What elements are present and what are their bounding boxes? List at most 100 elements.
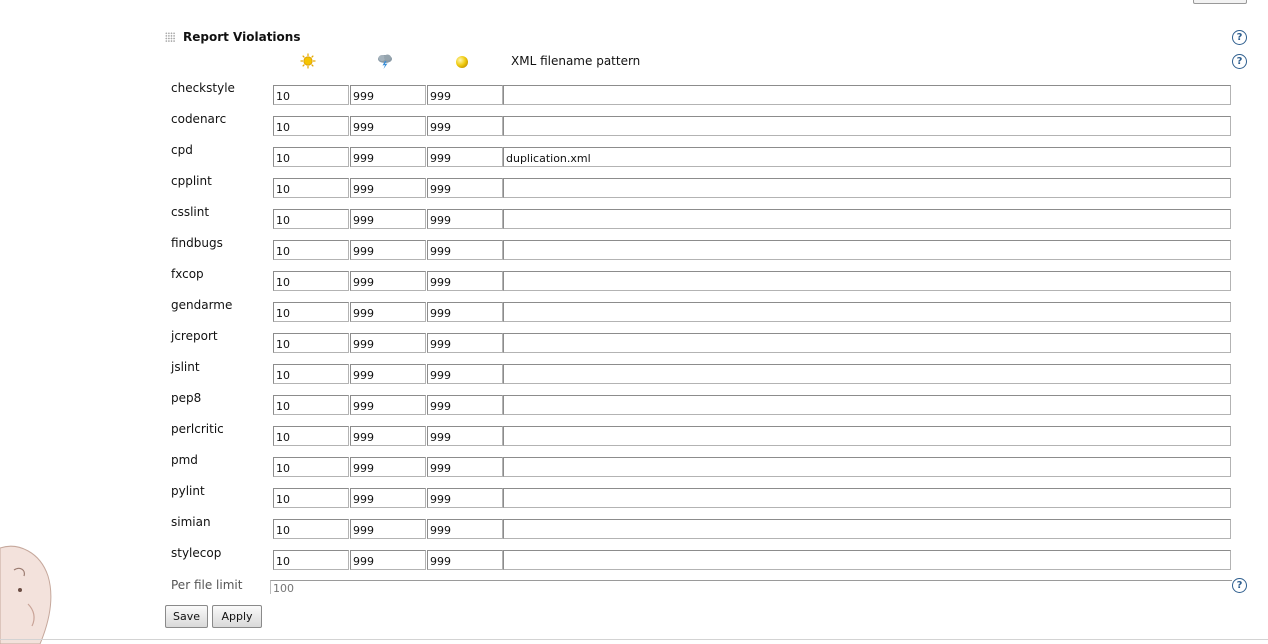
xml-pattern-input[interactable] (503, 147, 1231, 167)
row-label: csslint (171, 205, 210, 219)
stormy-threshold-input[interactable] (350, 550, 426, 570)
sunny-threshold-input[interactable] (273, 488, 349, 508)
violation-row: cpplint (0, 174, 1268, 198)
unstable-threshold-input[interactable] (427, 178, 503, 198)
xml-pattern-input[interactable] (503, 116, 1231, 136)
sunny-threshold-input[interactable] (273, 519, 349, 539)
stormy-threshold-input[interactable] (350, 271, 426, 291)
stormy-threshold-input[interactable] (350, 395, 426, 415)
violation-row: simian (0, 515, 1268, 539)
pattern-column-header: XML filename pattern (511, 54, 641, 68)
sun-icon (300, 53, 316, 69)
apply-button[interactable]: Apply (212, 605, 262, 628)
stormy-threshold-input[interactable] (350, 209, 426, 229)
sunny-threshold-input[interactable] (273, 116, 349, 136)
violation-row: fxcop (0, 267, 1268, 291)
sunny-threshold-input[interactable] (273, 364, 349, 384)
row-label: fxcop (171, 267, 204, 281)
xml-pattern-input[interactable] (503, 395, 1231, 415)
bottom-divider (0, 639, 1268, 640)
unstable-threshold-input[interactable] (427, 147, 503, 167)
violation-row: jcreport (0, 329, 1268, 353)
violation-row: pep8 (0, 391, 1268, 415)
sunny-threshold-input[interactable] (273, 457, 349, 477)
sunny-threshold-input[interactable] (273, 178, 349, 198)
unstable-threshold-input[interactable] (427, 116, 503, 136)
top-button[interactable] (1193, 0, 1247, 4)
row-label: cpplint (171, 174, 212, 188)
unstable-threshold-input[interactable] (427, 240, 503, 260)
unstable-threshold-input[interactable] (427, 395, 503, 415)
violation-row: pylint (0, 484, 1268, 508)
violation-row: pmd (0, 453, 1268, 477)
help-icon[interactable]: ? (1232, 54, 1247, 69)
xml-pattern-input[interactable] (503, 364, 1231, 384)
unstable-threshold-input[interactable] (427, 209, 503, 229)
stormy-threshold-input[interactable] (350, 457, 426, 477)
stormy-threshold-input[interactable] (350, 519, 426, 539)
xml-pattern-input[interactable] (503, 488, 1231, 508)
sunny-threshold-input[interactable] (273, 550, 349, 570)
violation-row: findbugs (0, 236, 1268, 260)
unstable-threshold-input[interactable] (427, 85, 503, 105)
unstable-threshold-input[interactable] (427, 550, 503, 570)
row-label: checkstyle (171, 81, 235, 95)
xml-pattern-input[interactable] (503, 550, 1231, 570)
xml-pattern-input[interactable] (503, 302, 1231, 322)
xml-pattern-input[interactable] (503, 271, 1231, 291)
xml-pattern-input[interactable] (503, 178, 1231, 198)
xml-pattern-input[interactable] (503, 333, 1231, 353)
xml-pattern-input[interactable] (503, 85, 1231, 105)
section-header: Report Violations (165, 30, 300, 44)
stormy-threshold-input[interactable] (350, 488, 426, 508)
stormy-threshold-input[interactable] (350, 333, 426, 353)
sunny-threshold-input[interactable] (273, 85, 349, 105)
xml-pattern-input[interactable] (503, 519, 1231, 539)
violation-row: cpd (0, 143, 1268, 167)
row-label: jcreport (171, 329, 218, 343)
stormy-threshold-input[interactable] (350, 116, 426, 136)
stormy-threshold-input[interactable] (350, 178, 426, 198)
stormy-threshold-input[interactable] (350, 364, 426, 384)
stormy-threshold-input[interactable] (350, 426, 426, 446)
help-icon[interactable]: ? (1232, 578, 1247, 593)
per-file-limit-input[interactable] (270, 580, 1232, 594)
sunny-threshold-input[interactable] (273, 271, 349, 291)
stormy-threshold-input[interactable] (350, 85, 426, 105)
help-icon[interactable]: ? (1232, 30, 1247, 45)
sunny-threshold-input[interactable] (273, 209, 349, 229)
jenkins-butler-logo (0, 545, 52, 644)
sunny-threshold-input[interactable] (273, 240, 349, 260)
unstable-threshold-input[interactable] (427, 333, 503, 353)
row-label: gendarme (171, 298, 233, 312)
unstable-threshold-input[interactable] (427, 271, 503, 291)
save-button[interactable]: Save (165, 605, 208, 628)
row-label: perlcritic (171, 422, 224, 436)
xml-pattern-input[interactable] (503, 457, 1231, 477)
stormy-threshold-input[interactable] (350, 147, 426, 167)
row-label: findbugs (171, 236, 223, 250)
violation-row: codenarc (0, 112, 1268, 136)
xml-pattern-input[interactable] (503, 426, 1231, 446)
unstable-threshold-input[interactable] (427, 519, 503, 539)
row-label: simian (171, 515, 211, 529)
violation-row: perlcritic (0, 422, 1268, 446)
unstable-threshold-input[interactable] (427, 488, 503, 508)
xml-pattern-input[interactable] (503, 209, 1231, 229)
drag-handle-icon[interactable] (165, 32, 175, 42)
stormy-threshold-input[interactable] (350, 240, 426, 260)
unstable-threshold-input[interactable] (427, 364, 503, 384)
sunny-threshold-input[interactable] (273, 147, 349, 167)
per-file-limit-label: Per file limit (171, 578, 243, 592)
sunny-threshold-input[interactable] (273, 333, 349, 353)
violation-row: csslint (0, 205, 1268, 229)
sunny-threshold-input[interactable] (273, 426, 349, 446)
sunny-threshold-input[interactable] (273, 302, 349, 322)
unstable-threshold-input[interactable] (427, 302, 503, 322)
violation-row: gendarme (0, 298, 1268, 322)
stormy-threshold-input[interactable] (350, 302, 426, 322)
xml-pattern-input[interactable] (503, 240, 1231, 260)
sunny-threshold-input[interactable] (273, 395, 349, 415)
unstable-threshold-input[interactable] (427, 426, 503, 446)
unstable-threshold-input[interactable] (427, 457, 503, 477)
